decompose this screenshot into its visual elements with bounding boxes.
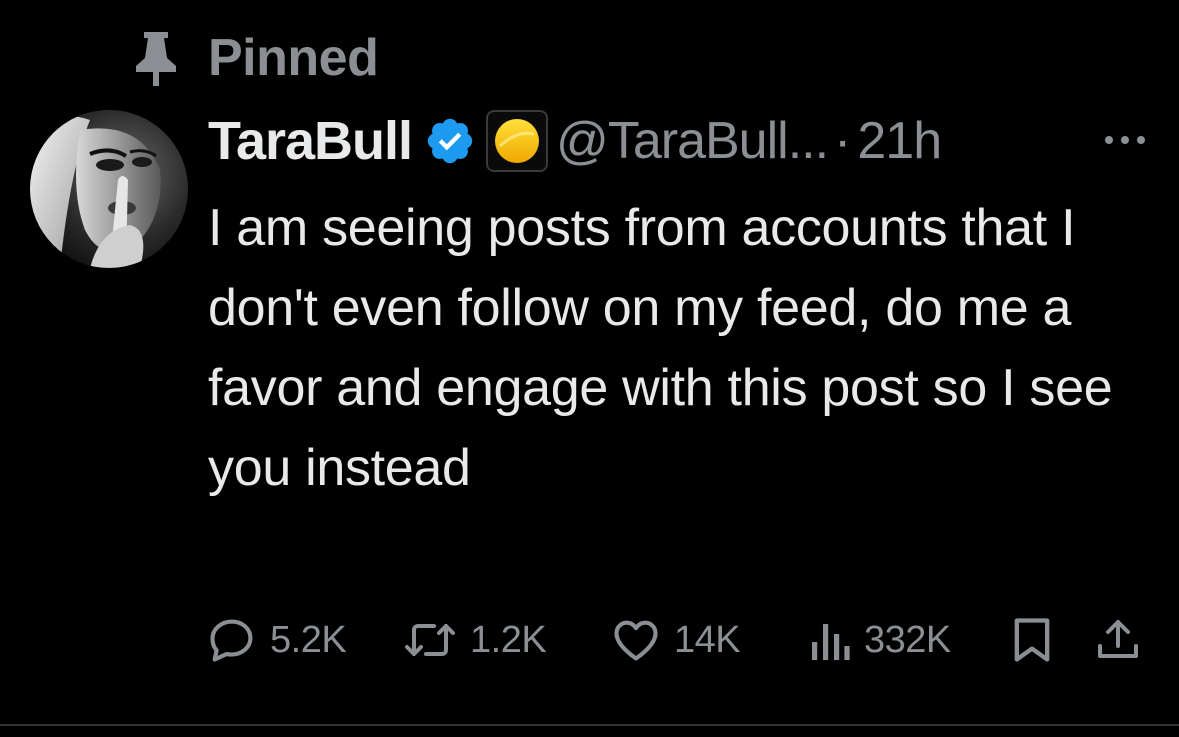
divider	[0, 724, 1179, 726]
reply-count: 5.2K	[270, 619, 347, 661]
like-button[interactable]: 14K	[610, 610, 741, 670]
bookmark-button[interactable]	[1010, 610, 1054, 670]
repost-icon	[405, 624, 455, 656]
avatar-image	[30, 110, 188, 268]
share-button[interactable]	[1094, 610, 1142, 670]
user-handle[interactable]: @TaraBull...	[556, 106, 829, 176]
more-options-icon[interactable]	[1100, 128, 1150, 152]
like-count: 14K	[674, 619, 741, 661]
reply-button[interactable]: 5.2K	[206, 610, 347, 670]
affiliate-badge[interactable]	[486, 110, 549, 172]
action-bar: 5.2K 1.2K 14K 332K	[206, 610, 1166, 670]
display-name[interactable]: TaraBull	[208, 106, 413, 176]
repost-count: 1.2K	[470, 619, 547, 661]
heart-icon	[614, 620, 658, 661]
pinned-indicator: Pinned	[134, 28, 379, 88]
bookmark-icon	[1014, 618, 1050, 662]
verified-badge-icon[interactable]	[424, 115, 476, 167]
pin-icon	[136, 32, 176, 86]
affiliate-badge-icon	[495, 119, 540, 163]
avatar[interactable]	[30, 110, 188, 268]
reply-icon	[210, 619, 253, 662]
pinned-label: Pinned	[208, 29, 379, 87]
share-icon	[1098, 620, 1138, 658]
post-timestamp[interactable]: 21h	[857, 106, 942, 176]
views-count: 332K	[864, 619, 951, 661]
views-icon	[812, 624, 850, 660]
repost-button[interactable]: 1.2K	[402, 610, 547, 670]
views-button[interactable]: 332K	[808, 610, 951, 670]
separator-dot: ·	[834, 112, 852, 170]
post-text: I am seeing posts from accounts that I d…	[208, 199, 1113, 497]
post-header: TaraBull @TaraBull... · 21h	[208, 106, 942, 176]
